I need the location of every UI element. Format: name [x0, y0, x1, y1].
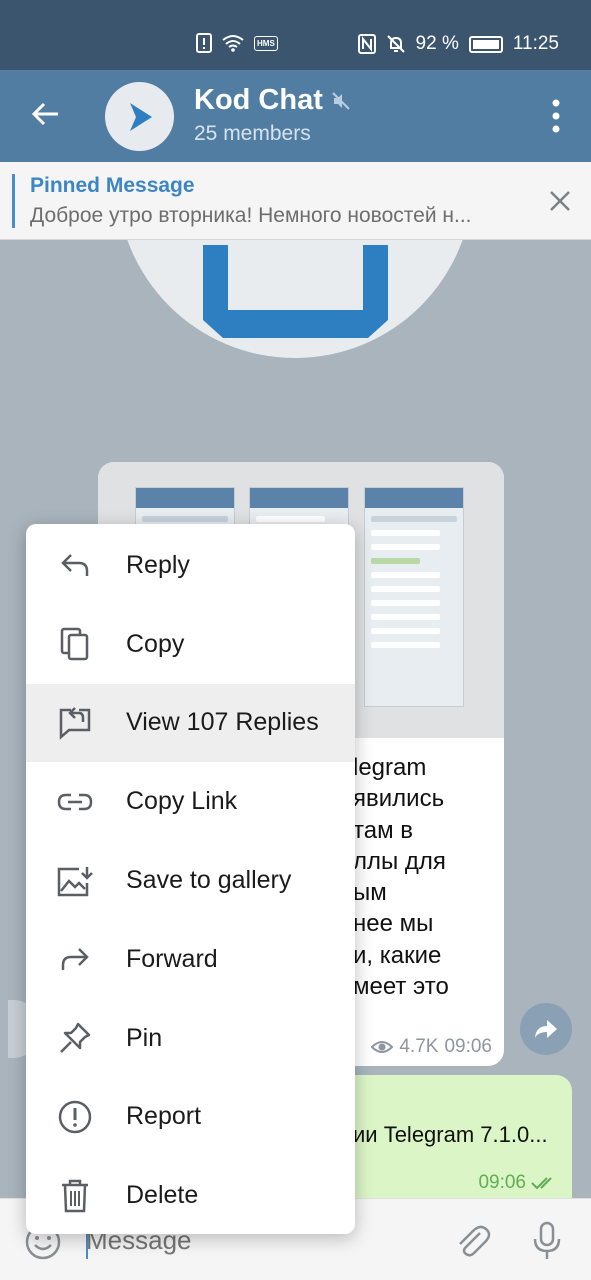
message-text: legram явились там в ллы для ым нее мы и…	[353, 754, 449, 1001]
muted-speaker-icon	[332, 91, 350, 110]
outgoing-text: сии Telegram 7.1.0...	[342, 1122, 548, 1147]
pinned-title: Pinned Message	[30, 174, 195, 197]
pinned-text: Доброе утро вторника! Немного новостей н…	[30, 204, 472, 227]
mic-icon[interactable]	[530, 1221, 564, 1261]
share-button[interactable]	[520, 1003, 572, 1055]
report-icon	[56, 1098, 94, 1136]
menu-item-copy-link[interactable]: Copy Link	[26, 762, 355, 841]
pinned-message-bar[interactable]: Pinned Message Доброе утро вторника! Нем…	[0, 162, 591, 240]
delete-icon	[56, 1177, 94, 1215]
menu-item-label: Reply	[126, 550, 190, 579]
chat-avatar[interactable]	[105, 82, 174, 151]
menu-item-label: Forward	[126, 944, 218, 973]
menu-item-label: Pin	[126, 1023, 163, 1052]
battery-icon	[468, 35, 503, 53]
menu-item-pin[interactable]: Pin	[26, 999, 355, 1078]
channel-logo-image	[127, 240, 463, 358]
message-context-menu: Reply Copy View 107 Replies Copy Link Sa…	[26, 524, 355, 1234]
copy-icon	[56, 625, 94, 663]
menu-item-reply[interactable]: Reply	[26, 526, 355, 605]
share-arrow-icon	[535, 1020, 557, 1038]
menu-item-label: Delete	[126, 1181, 199, 1210]
pinned-accent-bar	[12, 174, 15, 228]
menu-item-forward[interactable]: Forward	[26, 920, 355, 999]
screenshot-thumb	[364, 487, 464, 707]
alert-icon	[196, 33, 212, 53]
menu-item-label: Copy Link	[126, 787, 238, 816]
save-gallery-icon	[56, 862, 94, 900]
member-count: 25 members	[194, 122, 311, 145]
forward-icon	[56, 940, 94, 978]
double-check-icon	[531, 1177, 552, 1190]
message-meta: 4.7K 09:06	[371, 1036, 492, 1058]
menu-item-copy[interactable]: Copy	[26, 605, 355, 684]
view-replies-icon	[56, 704, 94, 742]
reply-icon	[56, 546, 94, 584]
menu-item-save-gallery[interactable]: Save to gallery	[26, 841, 355, 920]
status-bar: HMS 92 % 11:25	[0, 0, 591, 70]
chat-title[interactable]: Kod Chat	[194, 84, 351, 117]
more-vert-icon[interactable]	[551, 98, 561, 134]
chat-title-text: Kod Chat	[194, 84, 323, 116]
attach-icon[interactable]	[452, 1221, 492, 1261]
status-time: 11:25	[512, 33, 559, 54]
outgoing-message[interactable]: сии Telegram 7.1.0... 09:06	[330, 1075, 572, 1198]
menu-item-report[interactable]: Report	[26, 1078, 355, 1157]
menu-item-delete[interactable]: Delete	[26, 1156, 355, 1235]
wifi-icon	[222, 35, 244, 52]
view-count: 4.7K	[399, 1036, 439, 1057]
menu-item-label: Copy	[126, 629, 185, 658]
chat-header: Kod Chat 25 members	[0, 70, 591, 162]
menu-item-label: Save to gallery	[126, 866, 292, 895]
hms-icon: HMS	[254, 35, 278, 51]
close-icon[interactable]	[547, 188, 573, 214]
play-logo-icon	[129, 102, 152, 131]
message-time: 09:06	[444, 1036, 492, 1057]
pin-icon	[56, 1019, 94, 1057]
bell-off-icon	[386, 35, 405, 53]
link-icon	[56, 783, 94, 821]
menu-item-label: Report	[126, 1102, 202, 1131]
eye-icon	[371, 1041, 394, 1053]
nfc-icon	[357, 34, 376, 54]
outgoing-meta: 09:06	[478, 1172, 558, 1194]
outgoing-time: 09:06	[478, 1172, 526, 1193]
battery-percent: 92 %	[415, 33, 459, 54]
menu-item-view-replies[interactable]: View 107 Replies	[26, 683, 355, 763]
back-arrow-icon[interactable]	[28, 96, 64, 132]
menu-item-label: View 107 Replies	[126, 708, 319, 737]
